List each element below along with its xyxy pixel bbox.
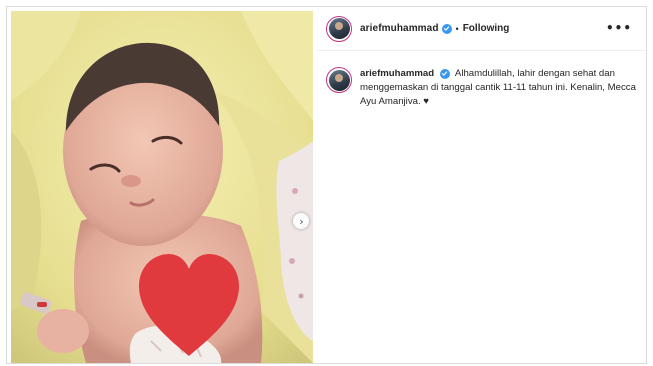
post-sidebar: ariefmuhammad • Following ••• ariefmuham… [317, 7, 646, 363]
baby-photo [11, 11, 313, 363]
verified-badge-icon [441, 23, 452, 34]
caption-avatar[interactable] [326, 67, 352, 93]
chevron-right-icon: › [299, 214, 304, 228]
verified-badge-icon [439, 68, 450, 79]
next-media-button[interactable]: › [293, 213, 309, 229]
post-header: ariefmuhammad • Following ••• [317, 7, 646, 51]
instagram-post: › ariefmuhammad • Following ••• ariefmuh… [6, 6, 647, 364]
separator-dot: • [455, 23, 459, 34]
caption-text-block: ariefmuhammad Alhamdulillah, lahir denga… [360, 67, 638, 109]
avatar[interactable] [326, 15, 352, 42]
header-username[interactable]: ariefmuhammad [360, 23, 439, 34]
following-button[interactable]: Following [463, 23, 510, 34]
post-media[interactable]: › [11, 11, 313, 363]
more-options-icon[interactable]: ••• [606, 22, 632, 34]
caption-username[interactable]: ariefmuhammad [360, 68, 434, 79]
post-caption: ariefmuhammad Alhamdulillah, lahir denga… [326, 67, 638, 109]
